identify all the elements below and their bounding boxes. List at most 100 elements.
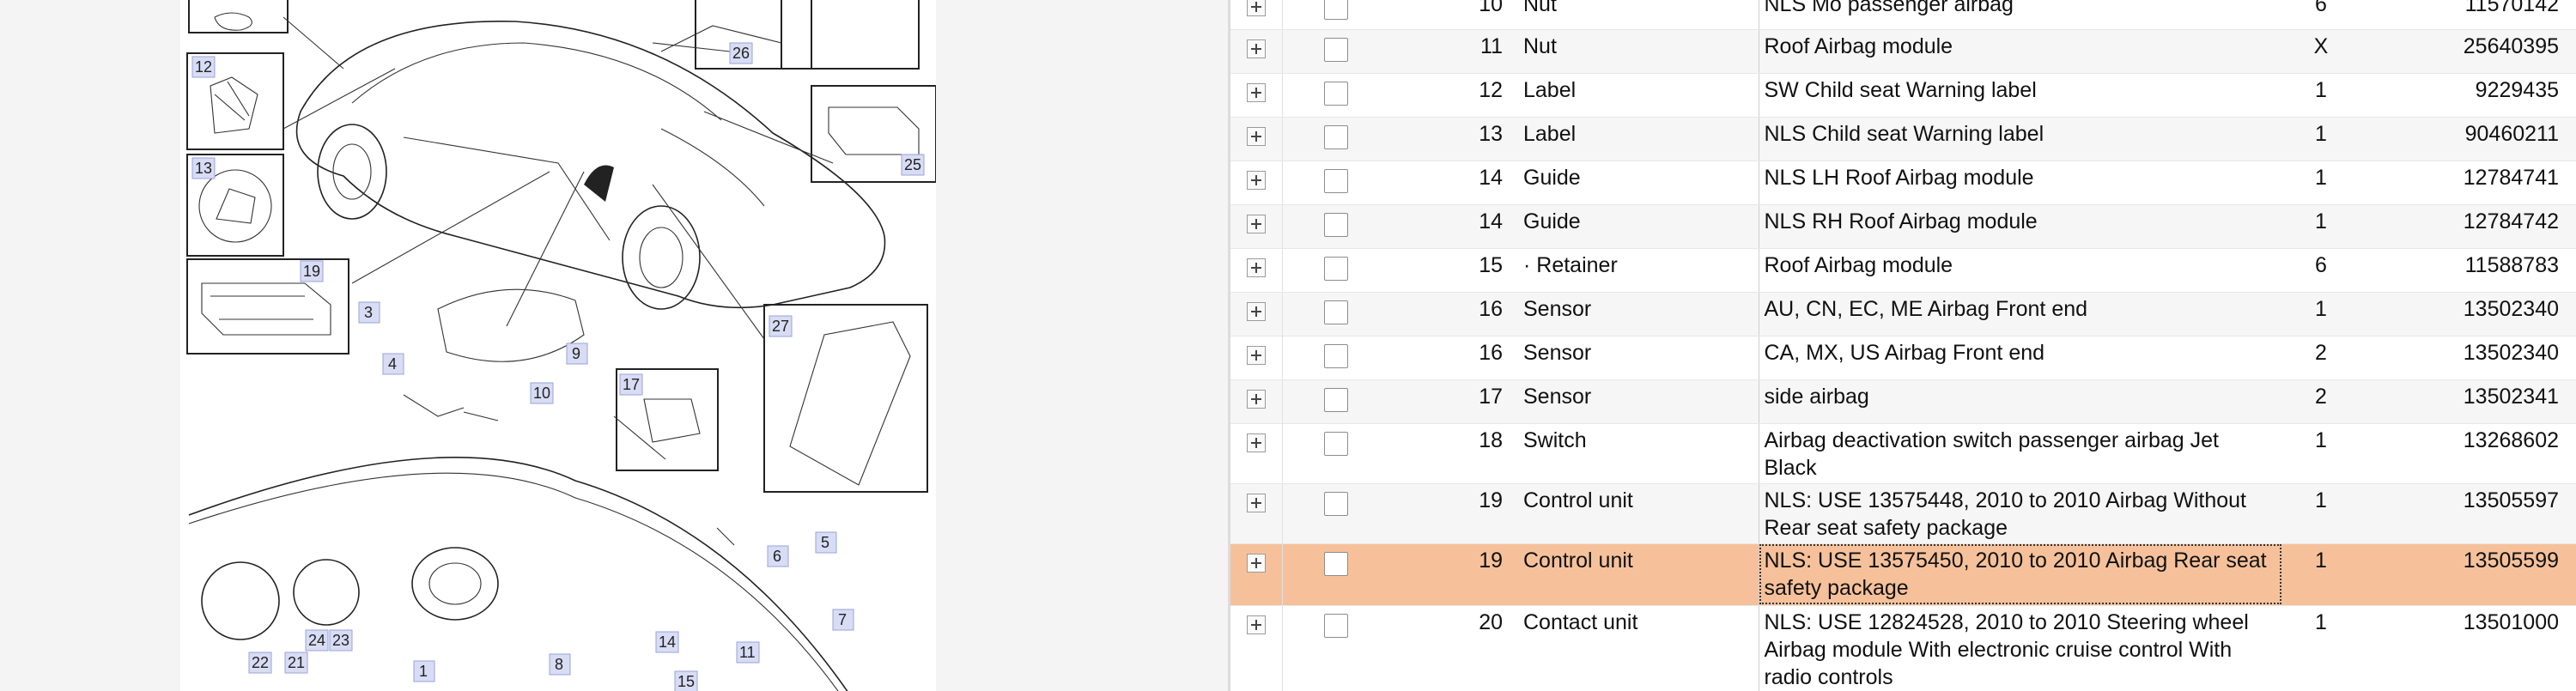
table-row[interactable]: 16 Sensor AU, CN, EC, ME Airbag Front en…: [1230, 292, 2576, 336]
expand-icon[interactable]: [1246, 82, 1266, 102]
qty-cell: 1: [2282, 292, 2360, 336]
table-row[interactable]: 19 Control unit NLS: USE 13575448, 2010 …: [1230, 483, 2576, 544]
qty-cell: X: [2282, 29, 2360, 74]
callout-19: 19: [303, 263, 320, 280]
row-checkbox[interactable]: [1323, 343, 1348, 368]
callout-3: 3: [364, 304, 373, 321]
part-number-cell: 11570142: [2360, 0, 2576, 30]
name-cell: Guide: [1518, 204, 1759, 249]
qty-cell: 6: [2282, 248, 2360, 293]
name-cell: Sensor: [1518, 292, 1759, 336]
description-cell: Roof Airbag module: [1759, 248, 2282, 293]
expand-icon[interactable]: [1246, 553, 1266, 573]
callout-5: 5: [821, 534, 829, 551]
name-cell: · Retainer: [1518, 248, 1759, 293]
row-checkbox[interactable]: [1323, 613, 1348, 638]
row-checkbox[interactable]: [1323, 256, 1348, 281]
ref-cell: 11: [1389, 29, 1518, 74]
part-number-cell: 13502340: [2360, 292, 2576, 336]
part-number-cell: 12784742: [2360, 204, 2576, 249]
ref-cell: 19: [1389, 483, 1518, 544]
row-checkbox[interactable]: [1323, 387, 1348, 412]
expand-icon[interactable]: [1246, 389, 1266, 409]
part-number-cell: 13502341: [2360, 379, 2576, 424]
expand-icon[interactable]: [1246, 214, 1266, 233]
row-checkbox[interactable]: [1323, 300, 1348, 324]
diagram-frame-26: [695, 0, 812, 70]
table-row[interactable]: 20 Contact unit NLS: USE 12824528, 2010 …: [1230, 605, 2576, 691]
row-checkbox[interactable]: [1323, 491, 1348, 516]
expand-icon[interactable]: [1246, 345, 1266, 365]
table-row[interactable]: 16 Sensor CA, MX, US Airbag Front end 2 …: [1230, 336, 2576, 380]
table-row[interactable]: 10 Nut NLS Mo passenger airbag 6 1157014…: [1230, 0, 2576, 30]
row-checkbox[interactable]: [1323, 168, 1348, 193]
expand-icon[interactable]: [1246, 0, 1266, 16]
name-cell: Sensor: [1518, 379, 1759, 424]
callout-21: 21: [288, 654, 305, 671]
callout-24: 24: [308, 632, 325, 649]
ref-cell: 14: [1389, 161, 1518, 205]
row-checkbox[interactable]: [1323, 431, 1348, 456]
name-cell: Control unit: [1518, 483, 1759, 544]
callout-12: 12: [195, 58, 212, 76]
ref-cell: 10: [1389, 0, 1518, 30]
description-cell: Roof Airbag module: [1759, 29, 2282, 74]
expand-icon[interactable]: [1246, 493, 1266, 512]
callout-11: 11: [739, 644, 756, 661]
table-row[interactable]: 14 Guide NLS LH Roof Airbag module 1 127…: [1230, 161, 2576, 205]
qty-cell: 1: [2282, 161, 2360, 205]
description-cell: SW Child seat Warning label: [1759, 73, 2282, 118]
callout-13: 13: [195, 160, 212, 177]
name-cell: Contact unit: [1518, 605, 1759, 691]
expand-icon[interactable]: [1246, 39, 1266, 58]
table-row[interactable]: 15 · Retainer Roof Airbag module 6 11588…: [1230, 248, 2576, 293]
expand-icon[interactable]: [1246, 301, 1266, 321]
callout-6: 6: [773, 548, 781, 565]
part-number-cell: 9229435: [2360, 73, 2576, 118]
part-number-cell: 11588783: [2360, 248, 2576, 293]
expand-icon[interactable]: [1246, 258, 1266, 277]
name-cell: Switch: [1518, 423, 1759, 484]
table-row[interactable]: 14 Guide NLS RH Roof Airbag module 1 127…: [1230, 204, 2576, 249]
part-number-cell: 13505599: [2360, 543, 2576, 606]
qty-cell: 1: [2282, 543, 2360, 606]
part-number-cell: 13505597: [2360, 483, 2576, 544]
description-cell: AU, CN, EC, ME Airbag Front end: [1759, 292, 2282, 336]
description-cell: side airbag: [1759, 379, 2282, 424]
part-number-cell: 90460211: [2360, 117, 2576, 161]
table-row[interactable]: 18 Switch Airbag deactivation switch pas…: [1230, 423, 2576, 484]
table-row-selected[interactable]: 19 Control unit NLS: USE 13575450, 2010 …: [1230, 543, 2576, 606]
description-cell: NLS Child seat Warning label: [1759, 117, 2282, 161]
ref-cell: 13: [1389, 117, 1518, 161]
table-row[interactable]: 13 Label NLS Child seat Warning label 1 …: [1230, 117, 2576, 161]
table-row[interactable]: 17 Sensor side airbag 2 13502341: [1230, 379, 2576, 424]
description-cell: NLS RH Roof Airbag module: [1759, 204, 2282, 249]
table-row[interactable]: 12 Label SW Child seat Warning label 1 9…: [1230, 73, 2576, 118]
parts-list-panel: @vok 10 Nut NLS Mo passenger airbag 6 11…: [1230, 0, 2576, 691]
description-cell: NLS LH Roof Airbag module: [1759, 161, 2282, 205]
row-checkbox[interactable]: [1323, 124, 1348, 149]
expand-icon[interactable]: [1246, 615, 1266, 634]
expand-icon[interactable]: [1246, 126, 1266, 146]
callout-17: 17: [623, 376, 640, 393]
description-cell: NLS: USE 12824528, 2010 to 2010 Steering…: [1759, 605, 2282, 691]
parts-diagram: 12 13 19 3 4 9 10 17 27 26 25 6 5 7 14 1…: [180, 0, 936, 691]
callout-22: 22: [252, 654, 269, 671]
ref-cell: 16: [1389, 336, 1518, 380]
row-checkbox[interactable]: [1323, 0, 1348, 20]
ref-cell: 20: [1389, 605, 1518, 691]
part-number-cell: 13501000: [2360, 605, 2576, 691]
expand-icon[interactable]: [1246, 433, 1266, 452]
name-cell: Nut: [1518, 29, 1759, 74]
row-checkbox[interactable]: [1323, 212, 1348, 237]
row-checkbox[interactable]: [1323, 81, 1348, 106]
row-checkbox[interactable]: [1323, 37, 1348, 62]
callout-14: 14: [659, 633, 676, 651]
name-cell: Sensor: [1518, 336, 1759, 380]
table-row[interactable]: 11 Nut Roof Airbag module X 25640395: [1230, 29, 2576, 74]
ref-cell: 18: [1389, 423, 1518, 484]
expand-icon[interactable]: [1246, 170, 1266, 190]
row-checkbox[interactable]: [1323, 551, 1348, 576]
description-cell: CA, MX, US Airbag Front end: [1759, 336, 2282, 380]
qty-cell: 1: [2282, 483, 2360, 544]
